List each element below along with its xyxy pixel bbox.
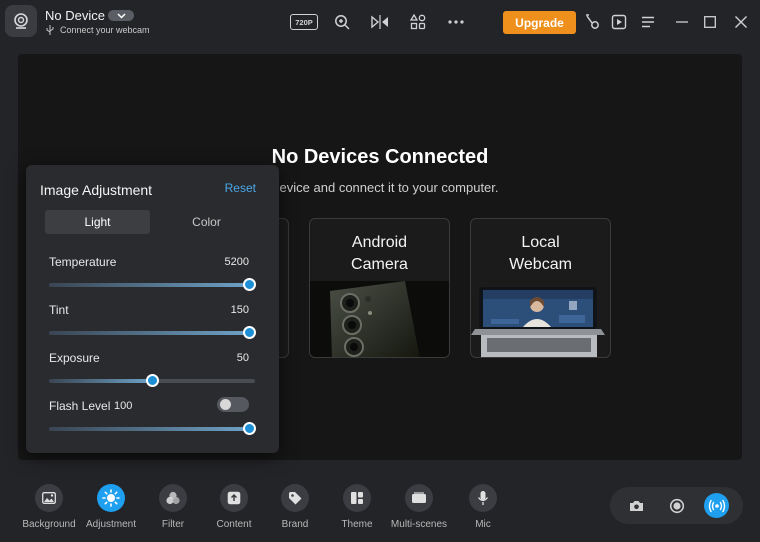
temperature-slider[interactable]: [49, 278, 256, 291]
toolbar-multi-scenes-label: Multi-scenes: [390, 519, 448, 530]
sun-icon: [97, 484, 125, 512]
device-name: No Device: [45, 8, 105, 23]
toolbar-mic[interactable]: Mic: [453, 484, 513, 530]
title-bar: No Device Connect your webcam 720P Upgra…: [0, 0, 760, 44]
toolbar-theme[interactable]: Theme: [327, 484, 387, 530]
flash-level-label: Flash Level: [49, 399, 111, 413]
flash-level-slider-handle[interactable]: [242, 422, 256, 435]
tint-label: Tint: [49, 303, 69, 317]
upload-icon: [220, 484, 248, 512]
upgrade-button[interactable]: Upgrade: [503, 11, 576, 34]
image-icon: [35, 484, 63, 512]
panel-title: Image Adjustment: [40, 182, 153, 198]
toolbar-theme-label: Theme: [341, 519, 373, 530]
temperature-slider-handle[interactable]: [242, 278, 256, 291]
reset-button[interactable]: Reset: [225, 181, 256, 195]
toolbar-adjustment[interactable]: Adjustment: [81, 484, 141, 530]
tab-light[interactable]: Light: [45, 210, 150, 234]
device-subtitle: Connect your webcam: [46, 25, 150, 35]
flash-level-slider[interactable]: [49, 422, 256, 435]
toolbar-background-label: Background: [22, 519, 76, 530]
maximize-icon[interactable]: [700, 12, 720, 32]
usb-icon: [46, 25, 54, 35]
filter-icon: [159, 484, 187, 512]
live-stream-icon[interactable]: [704, 493, 729, 518]
tab-color[interactable]: Color: [154, 210, 259, 234]
mirror-flip-icon[interactable]: [370, 12, 390, 32]
temperature-value: 5200: [224, 256, 249, 268]
card-local-webcam[interactable]: Local Webcam: [470, 218, 611, 358]
layout-icon: [343, 484, 371, 512]
menu-icon[interactable]: [638, 12, 658, 32]
device-dropdown-chevron-icon[interactable]: [108, 10, 134, 21]
resolution-badge[interactable]: 720P: [290, 14, 318, 30]
card-android-title: Android Camera: [351, 234, 408, 273]
toolbar-filter[interactable]: Filter: [143, 484, 203, 530]
device-subtitle-text: Connect your webcam: [60, 25, 150, 35]
record-icon[interactable]: [664, 493, 689, 518]
card-webcam-title: Local Webcam: [509, 234, 572, 273]
exposure-slider-handle[interactable]: [146, 374, 159, 387]
image-adjustment-panel: Image Adjustment Reset Light Color Tempe…: [26, 165, 279, 453]
tag-icon: [281, 484, 309, 512]
scenes-icon: [405, 484, 433, 512]
toolbar-multi-scenes[interactable]: Multi-scenes: [389, 484, 449, 530]
toolbar-background[interactable]: Background: [19, 484, 79, 530]
tint-slider-fill: [49, 331, 249, 335]
feedback-icon[interactable]: [582, 12, 602, 32]
flash-toggle[interactable]: [217, 397, 249, 412]
toolbar-filter-label: Filter: [161, 519, 185, 530]
tint-value: 150: [230, 304, 249, 316]
more-options-icon[interactable]: [446, 12, 466, 32]
close-icon[interactable]: [731, 12, 751, 32]
shapes-icon[interactable]: [408, 12, 428, 32]
minimize-icon[interactable]: [672, 12, 692, 32]
exposure-slider[interactable]: [49, 374, 255, 387]
webcam-logo-icon[interactable]: [5, 5, 37, 37]
toolbar-mic-label: Mic: [475, 519, 491, 530]
temperature-slider-fill: [49, 283, 249, 287]
flash-toggle-knob: [220, 399, 231, 410]
tint-slider-handle[interactable]: [242, 326, 256, 339]
mic-icon: [469, 484, 497, 512]
toolbar-brand-label: Brand: [281, 519, 309, 530]
camera-snapshot-icon[interactable]: [624, 493, 649, 518]
toolbar-brand[interactable]: Brand: [265, 484, 325, 530]
tint-slider[interactable]: [49, 326, 256, 339]
toolbar-adjustment-label: Adjustment: [85, 519, 137, 530]
toolbar-content-label: Content: [216, 519, 252, 530]
toolbar-content[interactable]: Content: [204, 484, 264, 530]
zoom-in-icon[interactable]: [332, 12, 352, 32]
laptop-illustration-icon: [471, 287, 605, 357]
exposure-value: 50: [236, 352, 249, 364]
exposure-slider-fill: [49, 379, 152, 383]
flash-level-value: 100: [114, 400, 133, 412]
capture-controls: [610, 487, 743, 524]
flash-level-slider-fill: [49, 427, 249, 431]
tutorial-video-icon[interactable]: [609, 12, 629, 32]
android-phone-illustration-icon: [310, 281, 449, 357]
exposure-label: Exposure: [49, 351, 100, 365]
temperature-label: Temperature: [49, 255, 117, 269]
card-android-camera[interactable]: Android Camera: [309, 218, 450, 358]
